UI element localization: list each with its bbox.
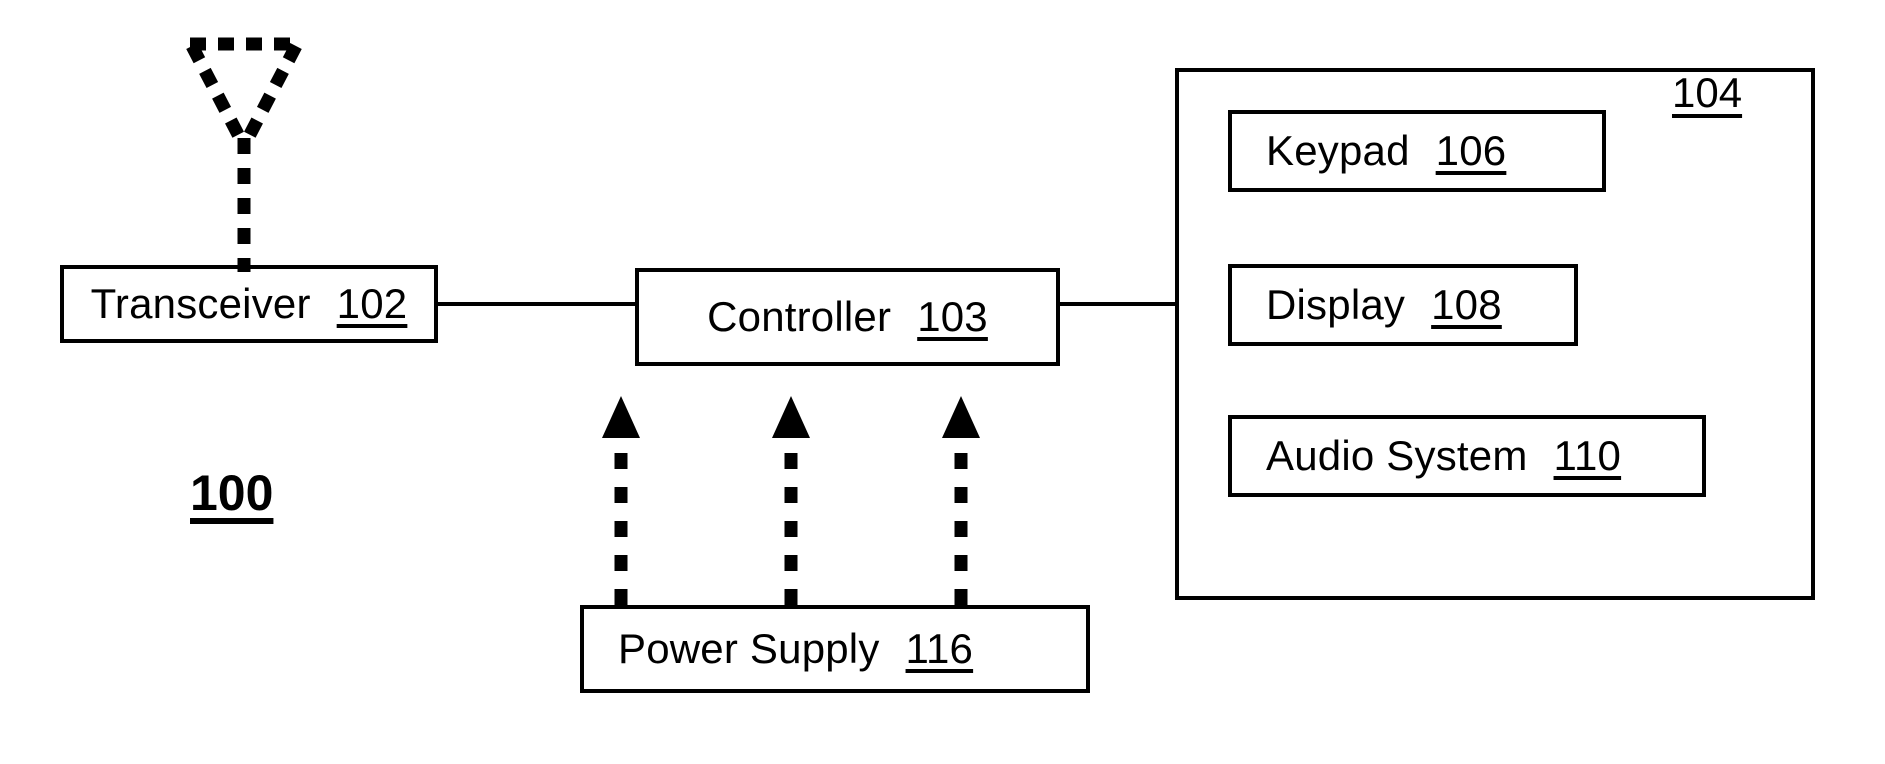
transceiver-ref-number: 102 — [336, 280, 408, 327]
antenna-svg — [186, 37, 302, 272]
figure-reference-number: 100 — [190, 465, 274, 521]
controller-block: Controller 103 — [635, 268, 1060, 366]
display-label-text: Display — [1266, 281, 1406, 328]
keypad-label: Keypad 106 — [1232, 130, 1602, 172]
power-supply-label: Power Supply 116 — [584, 628, 1086, 670]
audio-system-block: Audio System 110 — [1228, 415, 1706, 497]
power-arrow-svg — [942, 396, 980, 605]
keypad-ref-number: 106 — [1435, 127, 1507, 174]
display-ref-number: 108 — [1431, 281, 1502, 328]
power-arrow-svg — [602, 396, 640, 605]
antenna-icon — [150, 20, 370, 280]
controller-label: Controller 103 — [639, 296, 1056, 338]
controller-label-text: Controller — [707, 293, 892, 340]
device-enclosure-ref-number: 104 — [1672, 69, 1743, 116]
controller-ref-number: 103 — [917, 293, 988, 340]
connector-transceiver-to-controller — [436, 302, 637, 306]
power-arrow-svg — [772, 396, 810, 605]
audio-system-ref-number: 110 — [1553, 432, 1622, 479]
transceiver-label: Transceiver 102 — [64, 283, 434, 325]
connector-controller-to-device — [1058, 302, 1177, 306]
block-diagram-canvas: Transceiver 102 Controller 103 104 Keypa… — [0, 0, 1885, 764]
power-supply-ref-number: 116 — [905, 625, 974, 672]
display-block: Display 108 — [1228, 264, 1578, 346]
power-arrow-icon — [941, 392, 981, 607]
keypad-block: Keypad 106 — [1228, 110, 1606, 192]
audio-system-label-text: Audio System — [1266, 432, 1528, 479]
power-arrow-icon — [601, 392, 641, 607]
audio-system-label: Audio System 110 — [1232, 435, 1702, 477]
power-supply-label-text: Power Supply — [618, 625, 880, 672]
keypad-label-text: Keypad — [1266, 127, 1410, 174]
display-label: Display 108 — [1232, 284, 1574, 326]
power-arrow-icon — [771, 392, 811, 607]
transceiver-label-text: Transceiver — [90, 280, 311, 327]
power-supply-block: Power Supply 116 — [580, 605, 1090, 693]
transceiver-block: Transceiver 102 — [60, 265, 438, 343]
